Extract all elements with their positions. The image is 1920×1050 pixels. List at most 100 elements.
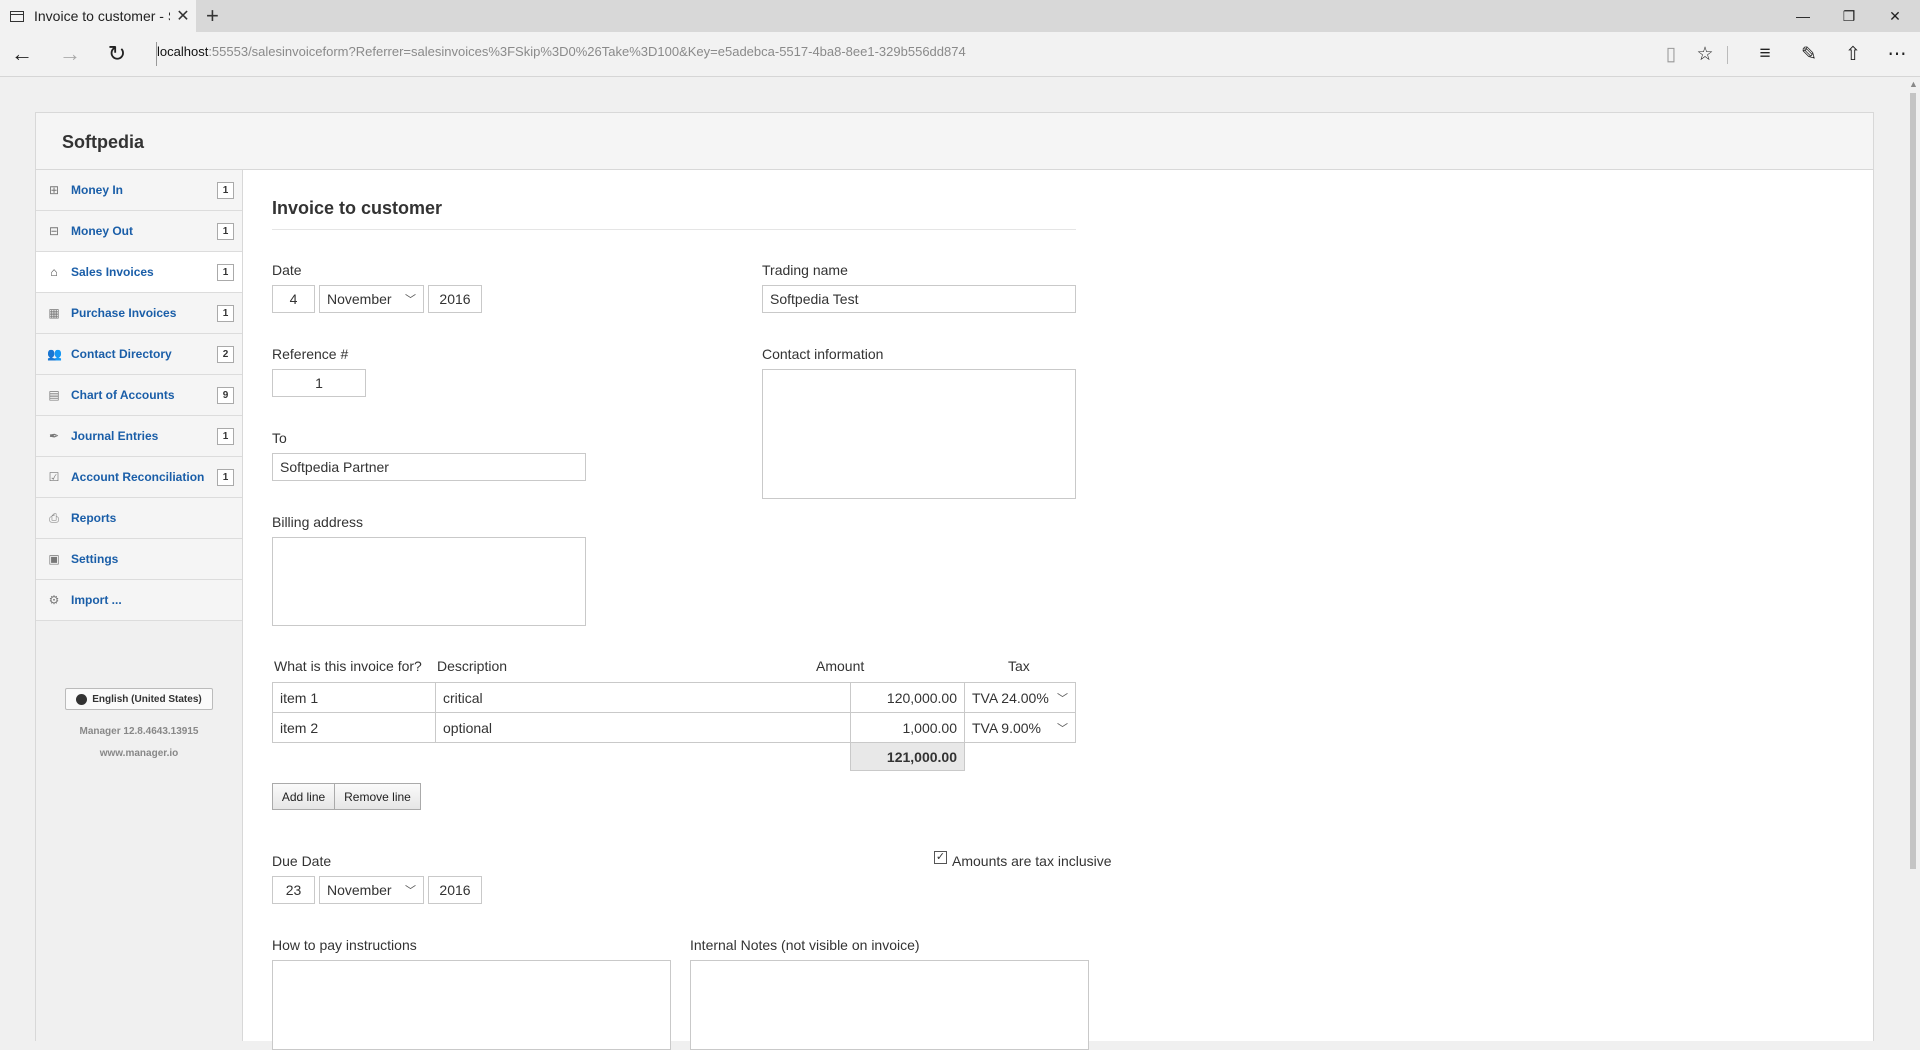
globe-icon <box>76 693 88 705</box>
contact-information-textarea[interactable] <box>762 369 1076 499</box>
amount-column-header: Amount <box>816 658 865 674</box>
hub-icon[interactable]: ≡ <box>1750 40 1780 68</box>
close-window-icon[interactable]: ✕ <box>1872 0 1918 32</box>
chevron-down-icon: ﹀ <box>1057 692 1068 705</box>
date-label: Date <box>272 262 302 278</box>
more-icon[interactable]: ⋯ <box>1882 40 1912 68</box>
count-badge: 1 <box>217 223 234 240</box>
address-bar: ← → ↻ localhost:55553/salesinvoiceform?R… <box>0 32 1920 77</box>
sidebar-item-import[interactable]: ⚙ Import ... <box>36 580 242 621</box>
chevron-down-icon: ﹀ <box>405 294 416 306</box>
refresh-icon[interactable]: ↻ <box>103 40 131 68</box>
contacts-icon: 👥 <box>47 347 62 361</box>
tax-inclusive-checkbox[interactable]: ✓ <box>934 851 947 864</box>
remove-line-button[interactable]: Remove line <box>334 783 421 810</box>
reference-label: Reference # <box>272 346 349 362</box>
how-to-pay-textarea[interactable] <box>272 960 671 1050</box>
add-line-button[interactable]: Add line <box>272 783 335 810</box>
money-in-icon: ⊞ <box>48 183 60 197</box>
browser-tab-bar: Invoice to customer - So ✕ + — ❐ ✕ <box>0 0 1920 32</box>
sales-invoices-icon: ⌂ <box>50 265 58 279</box>
line-amount-input[interactable]: 120,000.00 <box>850 682 965 713</box>
back-icon[interactable]: ← <box>8 40 36 68</box>
to-label: To <box>272 430 287 446</box>
sidebar-item-sales-invoices[interactable]: ⌂ Sales Invoices 1 <box>36 252 242 293</box>
sidebar-item-money-out[interactable]: ⊟ Money Out 1 <box>36 211 242 252</box>
favorite-star-icon[interactable]: ☆ <box>1690 40 1720 68</box>
to-customer-input[interactable]: Softpedia Partner <box>272 453 586 481</box>
internal-notes-label: Internal Notes (not visible on invoice) <box>690 937 920 953</box>
scroll-thumb[interactable] <box>1910 93 1916 869</box>
forward-icon[interactable]: → <box>56 40 84 68</box>
scrollbar[interactable]: ▲ <box>1906 77 1920 1040</box>
item-column-header: What is this invoice for? <box>274 658 422 674</box>
count-badge: 1 <box>217 305 234 322</box>
line-description-input[interactable]: optional <box>435 712 851 743</box>
date-day-input[interactable]: 4 <box>272 285 315 313</box>
reconciliation-icon: ☑ <box>48 470 60 484</box>
how-to-pay-label: How to pay instructions <box>272 937 417 953</box>
page-icon <box>10 10 24 22</box>
due-day-input[interactable]: 23 <box>272 876 315 904</box>
new-tab-button[interactable]: + <box>206 4 219 28</box>
sidebar-item-purchase-invoices[interactable]: ▦ Purchase Invoices 1 <box>36 293 242 334</box>
line-tax-select[interactable]: TVA 24.00% ﹀ <box>964 682 1076 713</box>
billing-address-label: Billing address <box>272 514 364 530</box>
website-link[interactable]: www.manager.io <box>36 748 242 759</box>
chart-of-accounts-icon: ▤ <box>48 388 60 402</box>
tab-title: Invoice to customer - So <box>34 8 170 24</box>
web-note-icon[interactable]: ✎ <box>1794 40 1824 68</box>
money-out-icon: ⊟ <box>48 224 60 238</box>
chevron-down-icon: ﹀ <box>1057 722 1068 735</box>
sidebar-item-reports[interactable]: ⎙ Reports <box>36 498 242 539</box>
contact-information-label: Contact information <box>762 346 884 362</box>
internal-notes-textarea[interactable] <box>690 960 1089 1050</box>
reference-input[interactable]: 1 <box>272 369 366 397</box>
sidebar-item-settings[interactable]: ▣ Settings <box>36 539 242 580</box>
printer-icon: ⎙ <box>49 511 59 525</box>
sidebar-item-contact-directory[interactable]: 👥 Contact Directory 2 <box>36 334 242 375</box>
app-header: Softpedia <box>36 113 1873 170</box>
due-year-input[interactable]: 2016 <box>428 876 482 904</box>
chevron-down-icon: ﹀ <box>405 885 416 897</box>
sidebar-item-money-in[interactable]: ⊞ Money In 1 <box>36 170 242 211</box>
line-item-input[interactable]: item 1 <box>272 682 436 713</box>
sidebar: ⊞ Money In 1 ⊟ Money Out 1 ⌂ Sales Invoi… <box>36 170 243 1041</box>
count-badge: 1 <box>217 264 234 281</box>
sidebar-item-account-reconciliation[interactable]: ☑ Account Reconciliation 1 <box>36 457 242 498</box>
share-icon[interactable]: ⇧ <box>1838 40 1868 68</box>
page-title: Invoice to customer <box>272 198 443 218</box>
line-amount-input[interactable]: 1,000.00 <box>850 712 965 743</box>
version-text: Manager 12.8.4643.13915 <box>79 726 199 737</box>
import-icon: ⚙ <box>48 593 60 607</box>
sidebar-item-chart-of-accounts[interactable]: ▤ Chart of Accounts 9 <box>36 375 242 416</box>
title-divider <box>272 229 1076 230</box>
due-date-label: Due Date <box>272 853 332 869</box>
trading-name-label: Trading name <box>762 262 848 278</box>
trading-name-input[interactable]: Softpedia Test <box>762 285 1076 313</box>
count-badge: 2 <box>217 346 234 363</box>
date-year-input[interactable]: 2016 <box>428 285 482 313</box>
sidebar-item-journal-entries[interactable]: ✒ Journal Entries 1 <box>36 416 242 457</box>
line-item-input[interactable]: item 2 <box>272 712 436 743</box>
due-month-select[interactable]: November ﹀ <box>319 876 424 904</box>
restore-icon[interactable]: ❐ <box>1826 0 1872 32</box>
language-button[interactable]: English (United States) <box>65 688 213 710</box>
url-field[interactable]: localhost:55553/salesinvoiceform?Referre… <box>157 44 966 59</box>
line-description-input[interactable]: critical <box>435 682 851 713</box>
date-month-select[interactable]: November ﹀ <box>319 285 424 313</box>
business-name[interactable]: Softpedia <box>62 132 144 153</box>
scroll-up-icon[interactable]: ▲ <box>1909 79 1918 89</box>
tax-inclusive-label: Amounts are tax inclusive <box>952 853 1112 869</box>
purchase-invoices-icon: ▦ <box>48 306 60 320</box>
minimize-icon[interactable]: — <box>1780 0 1826 32</box>
settings-icon: ▣ <box>48 552 60 566</box>
tax-column-header: Tax <box>1008 658 1030 674</box>
billing-address-textarea[interactable] <box>272 537 586 626</box>
invoice-total: 121,000.00 <box>850 742 965 771</box>
close-tab-icon[interactable]: ✕ <box>170 6 196 26</box>
browser-tab[interactable]: Invoice to customer - So ✕ <box>0 0 196 32</box>
count-badge: 1 <box>217 182 234 199</box>
line-tax-select[interactable]: TVA 9.00% ﹀ <box>964 712 1076 743</box>
reading-view-icon[interactable]: ▯ <box>1656 40 1686 68</box>
